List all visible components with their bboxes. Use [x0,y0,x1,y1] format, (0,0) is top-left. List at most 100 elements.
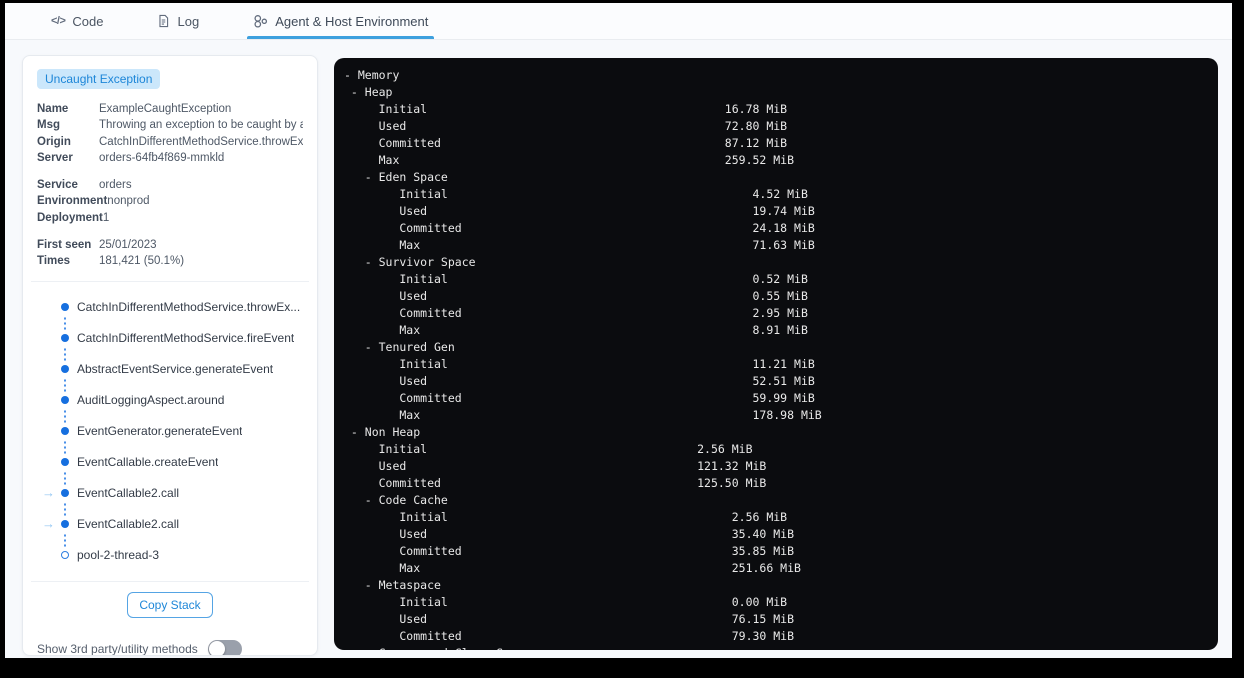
memory-metric-row: Committed 79.30 MiB [344,629,795,643]
stack-frame-label: EventCallable2.call [77,486,180,501]
field-value: ExampleCaughtException [99,103,232,115]
third-party-toggle-row: Show 3rd party/utility methods [37,639,303,655]
memory-metric-row: Max 178.98 MiB [344,408,822,422]
tab-bar: </> Code Log Agent & Host Environment [5,3,1232,40]
stack-frame-dot-icon [61,489,69,498]
memory-metric-row: Committed 125.50 MiB [344,476,767,490]
memory-metric-row: Initial 4.52 MiB [344,187,808,201]
field-value: Throwing an exception to be caught by a … [99,119,303,132]
stack-frame-label: CatchInDifferentMethodService.fireEvent [77,331,295,346]
field-label: Times [37,255,71,268]
stack-frame-item[interactable]: AuditLoggingAspect.around [37,385,303,425]
field-row: Times 181,421 (50.1%) [37,253,303,269]
memory-branch-row: - Code Cache [344,493,448,507]
field-value: 1 [102,211,110,224]
field-row: Deployment 1 [37,210,303,226]
memory-metric-row: Max 8.91 MiB [344,323,808,337]
exception-fields-occurrence: First seen 25/01/2023 Times 181,421 (50.1%) [37,237,303,270]
memory-metric-row: Committed 2.95 MiB [344,306,808,320]
field-row: Origin CatchInDifferentMethodService.thro… [37,134,303,150]
memory-branch-row: - Eden Space [344,170,448,184]
log-icon [157,14,170,28]
field-label: Environment [37,195,108,208]
stack-frame-dot-icon [61,334,69,343]
memory-metric-row: Used 0.55 MiB [344,289,808,303]
memory-metric-row: Used 76.15 MiB [344,612,795,626]
tab-label: Code [72,13,104,29]
field-label: First seen [37,239,92,252]
stack-frame-label: AuditLoggingAspect.around [77,393,225,408]
memory-metric-row: Initial 2.56 MiB [344,510,788,524]
field-row: Msg Throwing an exception to be caught by… [37,117,303,133]
memory-branch-row: - Memory [344,68,400,82]
field-value: CatchInDifferentMethodService.throwExcep [99,135,303,148]
memory-metric-row: Initial 11.21 MiB [344,357,815,371]
toggle-knob [208,640,225,655]
stack-frame-label: AbstractEventService.generateEvent [77,362,274,377]
exception-type-badge: Uncaught Exception [37,69,161,89]
stack-frame-dot-icon [61,396,69,405]
memory-metric-row: Max 71.63 MiB [344,238,815,252]
memory-metric-row: Initial 16.78 MiB [344,102,788,116]
memory-metric-row: Committed 35.85 MiB [344,544,795,558]
stack-frame-label: EventGenerator.generateEvent [77,424,243,439]
stack-frame-item[interactable]: → EventCallable2.call [37,509,303,549]
stack-frame-item[interactable]: pool-2-thread-3 [37,540,303,571]
memory-metric-row: Initial 0.52 MiB [344,272,808,286]
field-value: nonprod [107,195,150,208]
divider [31,580,309,582]
memory-branch-row: - Survivor Space [344,255,476,269]
field-row: Server orders-64fb4f869-mmkld [37,150,303,166]
stack-frame-label: pool-2-thread-3 [77,548,160,563]
memory-metric-row: Used 52.51 MiB [344,374,815,388]
field-label: Name [37,103,69,115]
agent-environment-terminal[interactable]: - Memory - Heap Initial 16.78 MiB Used 7… [334,58,1218,650]
field-row: First seen 25/01/2023 [37,237,303,253]
copy-stack-row: Copy Stack [37,591,303,618]
stack-frame-dot-icon [61,427,69,436]
stack-frame-item[interactable]: EventCallable.createEvent [37,447,303,487]
stack-frame-dot-icon [61,458,69,467]
memory-branch-row: - Compressed Class Space [344,645,1208,650]
memory-metric-row: Initial 2.56 MiB [344,442,753,456]
memory-metric-row: Used 121.32 MiB [344,459,767,473]
agent-environment-icon [253,14,268,29]
stack-frame-item[interactable]: CatchInDifferentMethodService.fireEvent [37,323,303,363]
stack-trace-list: CatchInDifferentMethodService.throwEx...… [37,292,303,571]
exception-details-panel: Uncaught Exception Name ExampleCaughtExce… [22,55,318,656]
exception-fields-primary: Name ExampleCaughtException Msg Throwing an… [37,101,303,166]
field-label: Msg [37,119,60,132]
memory-metric-row: Used 35.40 MiB [344,527,795,541]
stack-frame-dot-icon [61,520,69,529]
memory-metric-row: Initial 0.00 MiB [344,595,788,609]
stack-frame-item[interactable]: → EventCallable2.call [37,478,303,518]
tab-agent-host-environment[interactable]: Agent & Host Environment [247,3,435,39]
memory-branch-row: - Metaspace [344,578,441,592]
field-value: orders-64fb4f869-mmkld [99,151,225,164]
field-label: Origin [37,135,71,148]
stack-frame-item[interactable]: CatchInDifferentMethodService.throwEx... [37,292,303,332]
memory-metric-row: Max 251.66 MiB [344,561,801,575]
memory-branch-row: - Tenured Gen [344,340,455,354]
memory-metric-row: Committed 87.12 MiB [344,136,788,150]
memory-metric-row: Used 19.74 MiB [344,204,815,218]
field-label: Deployment [37,211,103,224]
tab-log[interactable]: Log [151,3,205,39]
execution-pointer-arrow-icon: → [42,516,55,532]
memory-branch-row: - Non Heap [344,425,421,439]
stack-frame-label: EventCallable.createEvent [77,455,219,470]
copy-stack-button[interactable]: Copy Stack [127,591,213,618]
stack-frame-item[interactable]: AbstractEventService.generateEvent [37,354,303,394]
stack-frame-label: CatchInDifferentMethodService.throwEx... [77,300,301,315]
app-window: </> Code Log Agent & Host Environment Uncau… [5,3,1232,658]
tab-code[interactable]: </> Code [45,3,109,39]
code-icon: </> [51,15,66,27]
exception-fields-service: Service orders Environment nonprod Deploymen… [37,177,303,226]
memory-metric-row: Committed 59.99 MiB [344,391,815,405]
third-party-toggle[interactable] [207,639,242,655]
stack-frame-label: EventCallable2.call [77,517,180,532]
field-row: Environment nonprod [37,193,303,209]
stack-frame-item[interactable]: EventGenerator.generateEvent [37,416,303,456]
memory-metric-row: Max 259.52 MiB [344,153,795,167]
divider [31,280,309,282]
